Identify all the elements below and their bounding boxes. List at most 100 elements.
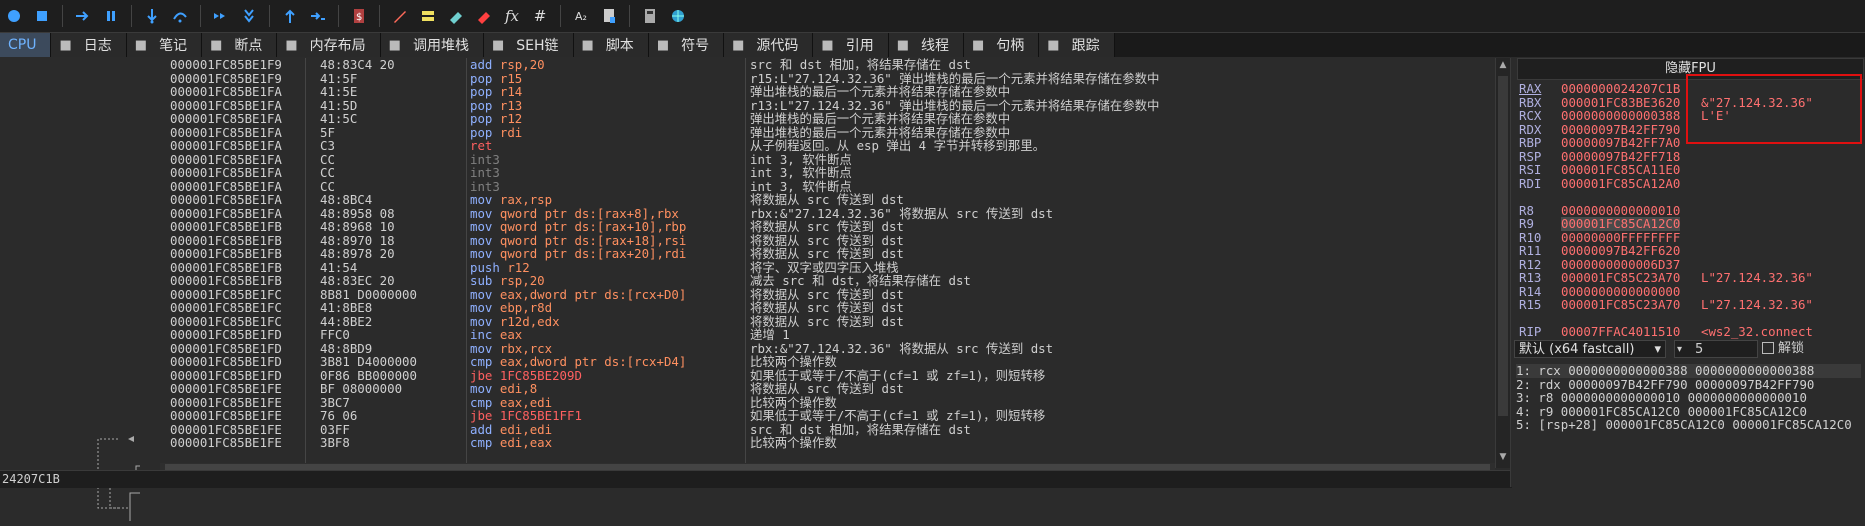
disasm-row[interactable]: 000001FC85BE1FD FFC0 inc eax 递增 1 [160,328,1495,342]
disasm-row[interactable]: 000001FC85BE1FE BF 08000000 mov edi,8 将数据从 … [160,382,1495,396]
call-arg-row[interactable]: 1: rcx 0000000000000388 0000000000000388 [1516,364,1861,378]
register-value[interactable]: 000001FC85CA12C0 [1561,217,1681,231]
register-r15[interactable]: R15 000001FC85C23A70 L"27.124.32.36" [1511,298,1865,312]
scroll-down-icon[interactable]: ▼ [1496,450,1510,464]
tab-3[interactable]: ■ 断点 [202,33,278,57]
calculator-icon[interactable] [637,3,663,29]
tab-10[interactable]: ■ 引用 [813,33,889,57]
step-into-icon[interactable] [139,3,165,29]
run-icon[interactable] [1,3,27,29]
register-value[interactable]: 00000000FFFFFFFF [1561,230,1680,245]
tab-12[interactable]: ■ 句柄 [964,33,1040,57]
pause-icon[interactable] [98,3,124,29]
register-value[interactable]: 0000000000000388 [1561,109,1680,123]
disasm-row[interactable]: 000001FC85BE1FA CC int3 int 3, 软件断点 [160,179,1495,194]
disasm-row[interactable]: 000001FC85BE1FE 3BC7 cmp eax,edi 比较两个操作数 [160,395,1495,410]
disasm-row[interactable]: 000001FC85BE1FD 0F86 BB000000 jbe 1FC85BE2… [160,368,1495,383]
call-args-view[interactable]: 1: rcx 0000000000000388 0000000000000388… [1510,362,1865,487]
register-r12[interactable]: R12 0000000000006D37 [1511,257,1865,272]
bug-icon[interactable]: $ [346,3,372,29]
step-forward-icon[interactable] [70,3,96,29]
register-value[interactable]: 00000097B42FF790 [1561,122,1680,137]
register-rip[interactable]: RIP 00007FFAC4011510 <ws2_32.connect [1511,325,1865,339]
fx-icon[interactable]: fx [499,3,525,29]
tab-1[interactable]: ■ 日志 [51,33,127,57]
disasm-row[interactable]: 000001FC85BE1F9 48:83C4 20 add rsp,20 src 和… [160,58,1495,72]
step-over-icon[interactable] [167,3,193,29]
disasm-row[interactable]: 000001FC85BE1FC 41:8BE8 mov ebp,r8d 将数据从 sr… [160,301,1495,315]
register-value[interactable]: 00000097B42FF718 [1561,149,1680,164]
disasm-row[interactable]: 000001FC85BE1FB 41:54 push r12 将字、双字或四字压入堆栈 [160,260,1495,275]
register-r8[interactable]: R8 0000000000000010 [1511,203,1865,218]
register-rdi[interactable]: RDI 000001FC85CA12A0 [1511,176,1865,191]
disasm-row[interactable]: 000001FC85BE1FB 48:8978 20 mov qword ptr d… [160,247,1495,261]
tab-6[interactable]: ■ SEH链 [483,33,574,57]
call-arg-row[interactable]: 4: r9 000001FC85CA12C0 000001FC85CA12C0 [1516,404,1807,419]
register-r14[interactable]: R14 0000000000000000 [1511,284,1865,299]
disasm-row[interactable]: 000001FC85BE1FA C3 ret 从子例程返回。从 esp 弹出 4 字… [160,139,1495,153]
register-value[interactable]: 00000097B42FF620 [1561,244,1680,258]
disasm-row[interactable]: 000001FC85BE1FB 48:8970 18 mov qword ptr d… [160,233,1495,248]
trace-into-icon[interactable] [208,3,234,29]
register-value[interactable]: 00007FFAC4011510 [1561,325,1680,339]
disasm-row[interactable]: 000001FC85BE1F9 41:5F pop r15 r15:L"27.124.… [160,71,1495,86]
register-value[interactable]: 000001FC85CA12A0 [1561,176,1680,191]
register-value[interactable]: 0000000000000010 [1561,203,1680,218]
disasm-row[interactable]: 000001FC85BE1FA 5F pop rdi 弹出堆栈的最后一个元素并将结果存… [160,125,1495,140]
disasm-row[interactable]: 000001FC85BE1FD 3B81 D4000000 cmp eax,dwor… [160,355,1495,369]
pencil-icon[interactable] [387,3,413,29]
register-rsi[interactable]: RSI 000001FC85CA11E0 [1511,163,1865,177]
disasm-row[interactable]: 000001FC85BE1FC 44:8BE2 mov r12d,edx 将数据从 s… [160,314,1495,329]
tab-13[interactable]: ■ 跟踪 [1039,33,1115,57]
disasm-row[interactable]: 000001FC85BE1FA 41:5E pop r14 弹出堆栈的最后一个元素并将… [160,85,1495,99]
register-rsp[interactable]: RSP 00000097B42FF718 [1511,149,1865,164]
disassembly-view[interactable]: 000001FC85BE1F9 48:83C4 20 add rsp,20 src 和… [160,58,1495,468]
highlight-icon[interactable] [415,3,441,29]
script-icon[interactable] [596,3,622,29]
disasm-row[interactable]: 000001FC85BE1FB 48:83EC 20 sub rsp,20 减去 sr… [160,274,1495,288]
register-value[interactable]: 00000097B42FF7A0 [1561,136,1680,150]
register-value[interactable]: 000001FC85CA11E0 [1561,163,1680,177]
disasm-row[interactable]: 000001FC85BE1FE 03FF add edi,edi src 和 dst … [160,422,1495,437]
disasm-row[interactable]: 000001FC85BE1FA CC int3 int 3, 软件断点 [160,152,1495,167]
tab-4[interactable]: ■ 内存布局 [277,33,381,57]
register-value[interactable]: 000001FC83BE3620 [1561,95,1680,110]
register-value[interactable]: 000001FC85C23A70 [1561,271,1680,285]
call-convention-select[interactable]: 默认 (x64 fastcall) ▾ [1514,340,1666,358]
register-value[interactable]: 0000000024207C1B [1561,82,1680,96]
register-value[interactable]: 0000000000000000 [1561,284,1680,299]
tab-8[interactable]: ■ 符号 [648,33,725,57]
unlock-checkbox[interactable] [1762,342,1774,354]
stop-icon[interactable] [29,3,55,29]
scroll-up-icon[interactable]: ▲ [1496,58,1510,72]
hash-icon[interactable]: # [527,3,553,29]
call-arg-row[interactable]: 3: r8 0000000000000010 0000000000000010 [1516,391,1807,405]
eraser-icon[interactable] [471,3,497,29]
disasm-row[interactable]: 000001FC85BE1FA CC int3 int 3, 软件断点 [160,166,1495,180]
disasm-row[interactable]: 000001FC85BE1FB 48:8968 10 mov qword ptr d… [160,220,1495,234]
patch-icon[interactable] [443,3,469,29]
register-r13[interactable]: R13 000001FC85C23A70 L"27.124.32.36" [1511,271,1865,285]
run-to-user-code-icon[interactable] [305,3,331,29]
register-r10[interactable]: R10 00000000FFFFFFFF [1511,230,1865,245]
tab-2[interactable]: ■ 笔记 [126,33,203,57]
disasm-row[interactable]: 000001FC85BE1FE 76 06 jbe 1FC85BE1FF1 如果低于或… [160,409,1495,423]
tab-5[interactable]: ■ 调用堆栈 [380,33,484,57]
scroll-thumb[interactable] [1498,76,1508,416]
vertical-scrollbar[interactable]: ▲ ▼ [1495,58,1510,468]
globe-icon[interactable] [665,3,691,29]
execute-till-return-icon[interactable] [277,3,303,29]
disasm-row[interactable]: 000001FC85BE1FA 48:8958 08 mov qword ptr d… [160,206,1495,221]
call-arg-row[interactable]: 5: [rsp+28] 000001FC85CA12C0 000001FC85C… [1516,418,1852,432]
call-arg-row[interactable]: 2: rdx 00000097B42FF790 00000097B42FF790 [1516,377,1814,392]
arg-count-spinner[interactable]: ▾ 5 [1674,340,1758,358]
register-r11[interactable]: R11 00000097B42FF620 [1511,244,1865,258]
disasm-row[interactable]: 000001FC85BE1FA 41:5C pop r12 弹出堆栈的最后一个元素并将… [160,112,1495,126]
trace-over-icon[interactable] [236,3,262,29]
tab-0[interactable]: CPU [0,33,52,57]
tab-7[interactable]: ■ 脚本 [573,33,649,57]
font-icon[interactable]: A₂ [568,3,594,29]
disasm-row[interactable]: 000001FC85BE1FE 3BF8 cmp edi,eax 比较两个操作数 [160,436,1495,450]
disasm-row[interactable]: 000001FC85BE1FA 41:5D pop r13 r13:L"27.124.… [160,98,1495,113]
disasm-row[interactable]: 000001FC85BE1FC 8B81 D0000000 mov eax,dwor… [160,287,1495,302]
